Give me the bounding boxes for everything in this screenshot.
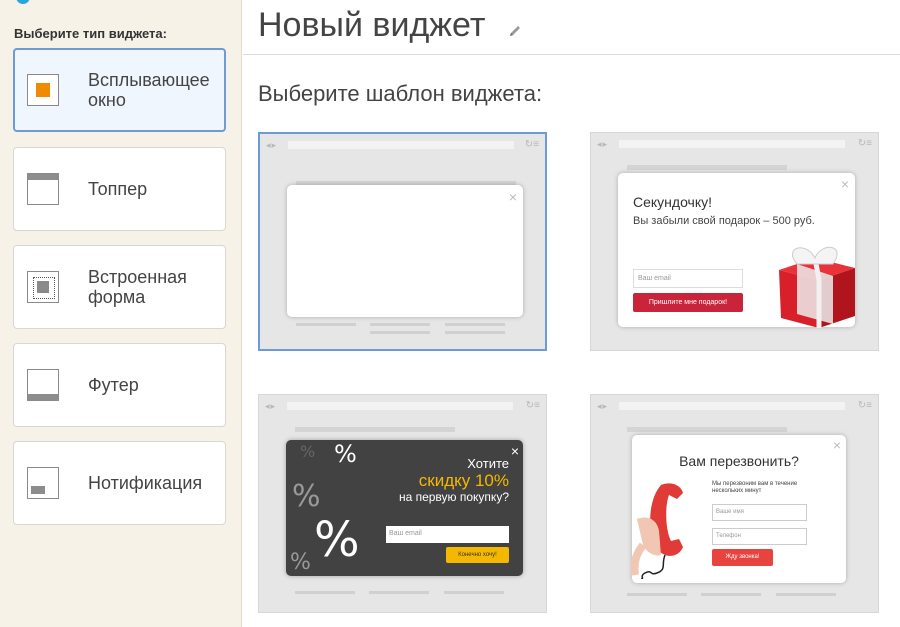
notification-icon xyxy=(27,467,59,499)
reload-icon: ↻≡ xyxy=(525,400,540,411)
browser-bar: ◂▸ ↻≡ xyxy=(591,133,878,155)
widget-type-label: Нотификация xyxy=(88,473,203,493)
page-line-skeleton xyxy=(627,593,687,596)
percent-icon: % xyxy=(292,479,321,514)
reload-icon: ↻≡ xyxy=(857,400,872,411)
widget-type-notification[interactable]: Нотификация xyxy=(13,441,226,525)
promo-line-2: скидку 10% xyxy=(418,471,509,490)
browser-bar: ◂▸ ↻≡ xyxy=(259,395,546,417)
page-line-skeleton xyxy=(445,331,505,334)
widget-type-label: Футер xyxy=(88,375,139,395)
discount-button: Конечно хочу! xyxy=(446,547,509,563)
page-line-skeleton xyxy=(295,591,355,594)
page-line-skeleton xyxy=(701,593,761,596)
gift-button: Пришлите мне подарок! xyxy=(633,293,743,312)
percent-icon: % xyxy=(314,512,360,568)
popup-title: Вам перезвонить? xyxy=(679,453,799,469)
widget-type-label: Топпер xyxy=(88,179,148,199)
phone-handset-icon xyxy=(631,483,683,579)
reload-icon: ↻≡ xyxy=(857,138,872,149)
percent-icon: % xyxy=(300,442,316,461)
address-bar xyxy=(619,140,845,148)
logo xyxy=(16,0,30,4)
browser-bar: ◂▸ ↻≡ xyxy=(591,395,878,417)
widget-type-topper[interactable]: Топпер xyxy=(13,147,226,231)
name-field: Ваше имя xyxy=(712,504,807,521)
page-line-skeleton xyxy=(370,331,430,334)
pencil-icon[interactable] xyxy=(508,24,522,38)
topper-icon xyxy=(27,173,59,205)
percent-icon: % xyxy=(334,440,357,468)
popup-title: Секундочку! xyxy=(633,194,713,210)
widget-type-embedded-form[interactable]: Встроенная форма xyxy=(13,245,226,329)
page-line-skeleton xyxy=(370,323,430,326)
template-section-title: Выберите шаблон виджета: xyxy=(258,81,543,106)
template-callback-popup[interactable]: ◂▸ ↻≡ × Вам перезвонить? Мы перезвоним в… xyxy=(590,394,879,613)
page-title: Новый виджет xyxy=(258,6,486,44)
close-icon: × xyxy=(832,437,841,453)
phone-field: Телефон xyxy=(712,528,807,545)
title-divider xyxy=(243,54,900,55)
footer-icon xyxy=(27,369,59,401)
page-line-skeleton xyxy=(445,323,505,326)
popup-preview: % % % % % × Хотите скидку 10% на первую … xyxy=(286,440,523,576)
widget-type-popup[interactable]: Всплывающее окно xyxy=(13,48,226,132)
widget-type-label: Встроенная форма xyxy=(88,267,187,307)
page-nav-skeleton xyxy=(627,165,787,170)
browser-arrows-icon: ◂▸ xyxy=(597,139,609,149)
close-icon: × xyxy=(510,443,519,459)
email-field: Ваш email xyxy=(633,269,743,288)
promo-line-3: на первую покупку? xyxy=(398,490,509,504)
sidebar: Выберите тип виджета: Всплывающее окно Т… xyxy=(0,0,242,627)
browser-arrows-icon: ◂▸ xyxy=(266,140,278,150)
address-bar xyxy=(288,141,514,149)
browser-arrows-icon: ◂▸ xyxy=(265,401,277,411)
widget-type-label: Всплывающее окно xyxy=(88,70,210,110)
gift-box-icon xyxy=(779,246,855,328)
browser-bar: ◂▸ ↻≡ xyxy=(260,134,545,156)
embedded-form-icon xyxy=(27,271,59,303)
reload-icon: ↻≡ xyxy=(524,139,539,150)
close-icon: × xyxy=(508,189,517,205)
percent-icon: % xyxy=(290,550,311,575)
sidebar-title: Выберите тип виджета: xyxy=(14,26,167,41)
email-field: Ваш email xyxy=(386,526,509,543)
template-discount-popup[interactable]: ◂▸ ↻≡ % % % % % × Хотите скидку 10% на п… xyxy=(258,394,547,613)
page-line-skeleton xyxy=(369,591,429,594)
widget-type-footer[interactable]: Футер xyxy=(13,343,226,427)
address-bar xyxy=(619,402,845,410)
page-line-skeleton xyxy=(444,591,504,594)
popup-description: Мы перезвоним вам в течение нескольких м… xyxy=(712,481,798,494)
page-nav-skeleton xyxy=(295,427,455,432)
template-gift-popup[interactable]: ◂▸ ↻≡ × Секундочку! Вы забыли свой подар… xyxy=(590,132,879,351)
popup-icon xyxy=(27,74,59,106)
callback-button: Жду звонка! xyxy=(712,549,773,566)
page-nav-skeleton xyxy=(627,427,787,432)
template-blank-popup[interactable]: ◂▸ ↻≡ × xyxy=(258,132,547,351)
browser-arrows-icon: ◂▸ xyxy=(597,401,609,411)
address-bar xyxy=(287,402,513,410)
close-icon: × xyxy=(840,176,849,192)
page-line-skeleton xyxy=(776,593,836,596)
page-line-skeleton xyxy=(296,323,356,326)
popup-subtitle: Вы забыли свой подарок – 500 руб. xyxy=(633,215,815,227)
promo-line-1: Хотите xyxy=(467,456,509,471)
popup-preview: × xyxy=(287,185,523,317)
